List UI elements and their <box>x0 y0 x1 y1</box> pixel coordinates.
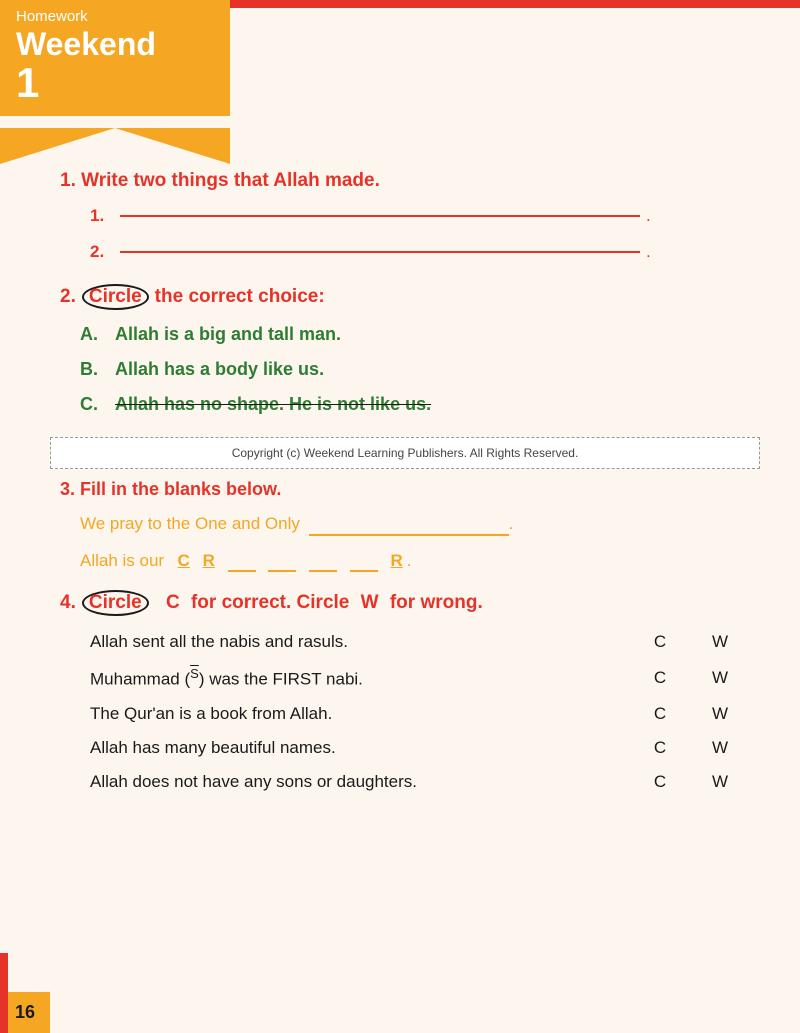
fill-sentence-1: We pray to the One and Only . <box>80 514 750 536</box>
q4-text-2: for correct. Circle <box>186 592 355 614</box>
cw-row-2: Muhammad (S) was the FIRST nabi. C W <box>90 666 750 690</box>
q4-bold-w: W <box>361 592 379 614</box>
cw-w-2: W <box>690 668 750 688</box>
blank-1-period: . <box>646 206 651 226</box>
question-1: 1. Write two things that Allah made. 1. … <box>60 170 750 262</box>
fill-underline-1 <box>309 514 509 536</box>
mc-letter-a: A. <box>80 324 115 345</box>
fill-s2-prefix: Allah is our <box>80 551 174 571</box>
fill-blank-1 <box>228 550 256 572</box>
q4-bold-c: C <box>166 592 180 614</box>
mc-option-b: B. Allah has a body like us. <box>80 359 750 380</box>
blank-1-line <box>120 215 640 217</box>
cw-c-5: C <box>630 772 690 792</box>
fill-letter-c: C <box>178 551 190 571</box>
mc-letter-c: C. <box>80 394 115 415</box>
question-4: 4. Circle C for correct. Circle W for wr… <box>60 590 750 792</box>
q4-text-1 <box>155 592 160 614</box>
cw-text-4: Allah has many beautiful names. <box>90 738 630 758</box>
mc-text-a: Allah is a big and tall man. <box>115 324 341 345</box>
fill-s2-space <box>194 551 199 571</box>
fill-blank-4 <box>350 550 378 572</box>
blank-2-period: . <box>646 242 651 262</box>
left-accent-bottom <box>0 953 8 1033</box>
cw-text-1: Allah sent all the nabis and rasuls. <box>90 632 630 652</box>
cw-c-2: C <box>630 668 690 688</box>
cw-row-1: Allah sent all the nabis and rasuls. C W <box>90 632 750 652</box>
question-1-number: 1. Write two things that Allah made. <box>60 170 380 192</box>
question-2-number: 2. <box>60 286 76 308</box>
cw-w-3: W <box>690 704 750 724</box>
mc-text-b: Allah has a body like us. <box>115 359 324 380</box>
fill-s2-space6 <box>382 551 387 571</box>
homework-label: Homework <box>16 8 214 25</box>
header-banner: Homework Weekend 1 <box>0 0 230 116</box>
mc-letter-b: B. <box>80 359 115 380</box>
copyright-bar: Copyright (c) Weekend Learning Publisher… <box>50 437 760 469</box>
fill-letter-r2: R <box>391 551 403 571</box>
cw-w-4: W <box>690 738 750 758</box>
fill-s2-space4 <box>300 551 305 571</box>
question-3: 3. Fill in the blanks below. We pray to … <box>60 479 750 572</box>
fill-s2-space2 <box>219 551 224 571</box>
blank-line-2: 2. . <box>90 242 750 262</box>
prophet-s: S <box>190 666 199 681</box>
cw-w-1: W <box>690 632 750 652</box>
fill-blank-2 <box>268 550 296 572</box>
cw-row-4: Allah has many beautiful names. C W <box>90 738 750 758</box>
circle-word-q4: Circle <box>82 590 149 616</box>
fill-s2-space5 <box>341 551 346 571</box>
circle-word-q2: Circle <box>82 284 149 310</box>
cw-text-5: Allah does not have any sons or daughter… <box>90 772 630 792</box>
weekend-number: 1 <box>16 62 214 104</box>
cw-c-3: C <box>630 704 690 724</box>
question-2-title: 2. Circle the correct choice: <box>60 284 750 310</box>
cw-w-5: W <box>690 772 750 792</box>
fill-sentence-2: Allah is our C R R . <box>80 550 750 572</box>
cw-text-3: The Qur'an is a book from Allah. <box>90 704 630 724</box>
fill-letter-r: R <box>203 551 215 571</box>
mc-option-c: C. Allah has no shape. He is not like us… <box>80 394 750 415</box>
copyright-text: Copyright (c) Weekend Learning Publisher… <box>232 446 579 460</box>
blank-1-number: 1. <box>90 206 110 226</box>
cw-row-3: The Qur'an is a book from Allah. C W <box>90 704 750 724</box>
weekend-label: Weekend <box>16 27 214 62</box>
mc-option-a: A. Allah is a big and tall man. <box>80 324 750 345</box>
blank-2-number: 2. <box>90 242 110 262</box>
main-content: 1. Write two things that Allah made. 1. … <box>0 0 800 854</box>
cw-c-1: C <box>630 632 690 652</box>
mc-text-c: Allah has no shape. He is not like us. <box>115 394 431 415</box>
cw-row-5: Allah does not have any sons or daughter… <box>90 772 750 792</box>
fill-s2-space3 <box>260 551 265 571</box>
question-1-title: 1. Write two things that Allah made. <box>60 170 750 192</box>
fill-s2-period: . <box>407 551 412 571</box>
cw-c-4: C <box>630 738 690 758</box>
q4-text-3: for wrong. <box>385 592 483 614</box>
question-2-text: the correct choice: <box>155 286 325 308</box>
question-4-title: 4. Circle C for correct. Circle W for wr… <box>60 590 750 616</box>
question-4-number: 4. <box>60 592 76 614</box>
cw-text-2: Muhammad (S) was the FIRST nabi. <box>90 666 630 690</box>
question-2: 2. Circle the correct choice: A. Allah i… <box>60 284 750 415</box>
blank-2-line <box>120 251 640 253</box>
question-3-title: 3. Fill in the blanks below. <box>60 479 750 500</box>
page-number: 16 <box>15 1002 35 1022</box>
blank-line-1: 1. . <box>90 206 750 226</box>
fill-blank-3 <box>309 550 337 572</box>
